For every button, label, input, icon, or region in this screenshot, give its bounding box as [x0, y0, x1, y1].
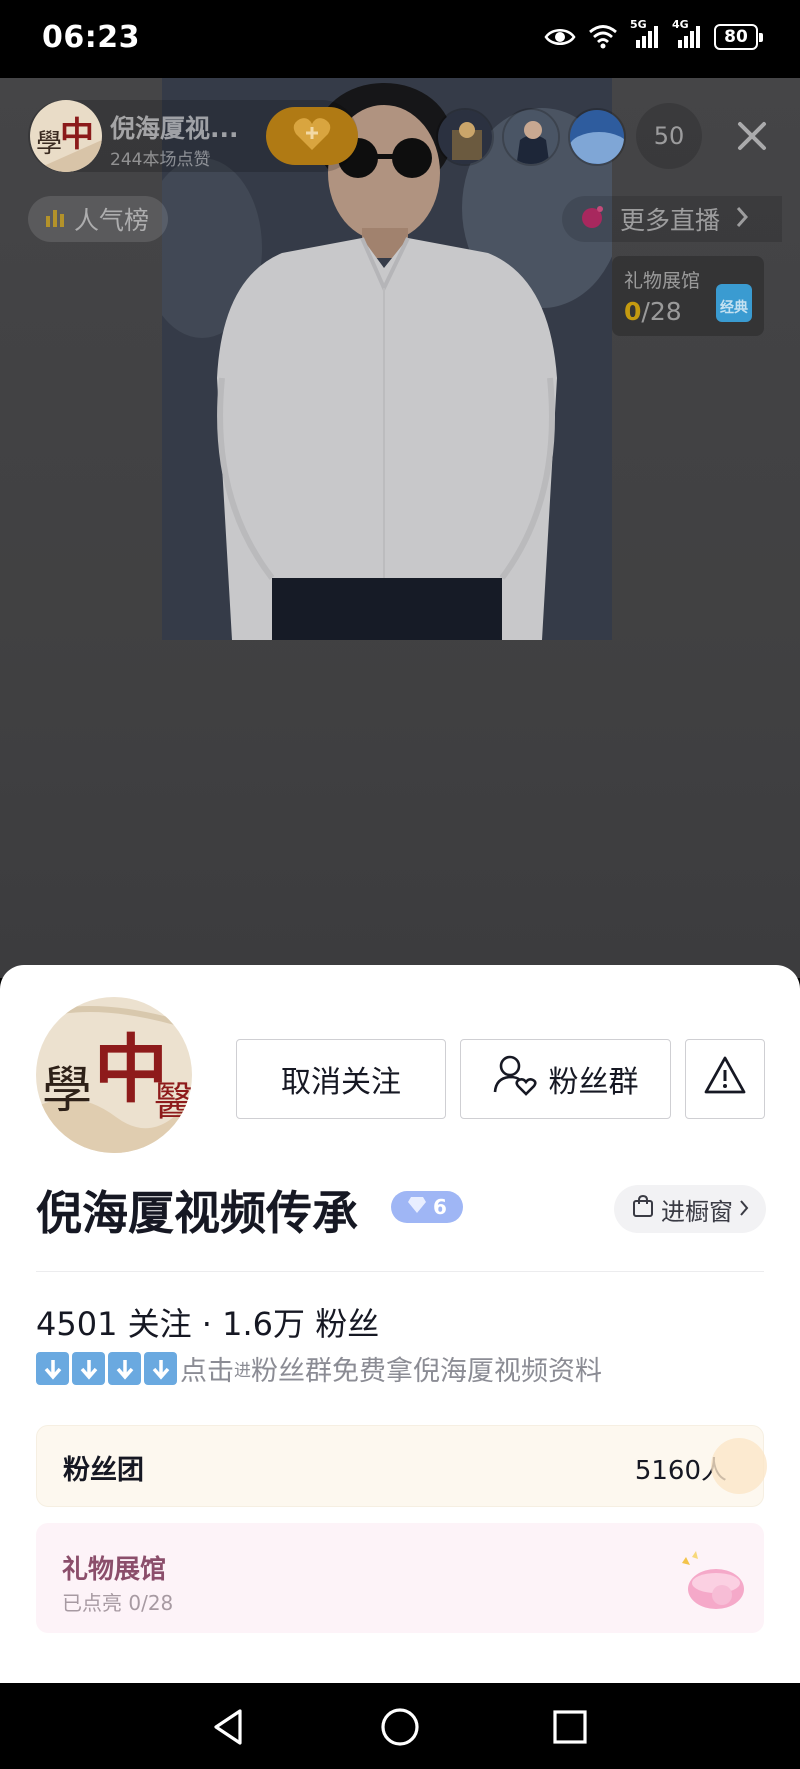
svg-text:學: 學 [42, 1061, 92, 1119]
anchor-likes: 244本场点赞 [110, 150, 211, 170]
status-time: 06:23 [42, 20, 140, 55]
follow-stats[interactable]: 4501 关注 · 1.6万 粉丝 [36, 1299, 379, 1345]
follow-heart-button[interactable] [266, 107, 358, 165]
gift-hall-mini-lit: 0 [624, 297, 642, 326]
gift-hall-mini-total: /28 [641, 297, 682, 326]
gift-hall-mini-card[interactable]: 礼物展馆 0/28 经典 [612, 256, 764, 336]
level-badge: 6 [391, 1191, 463, 1223]
divider [36, 1271, 764, 1272]
fans-group-icon [493, 1054, 537, 1104]
fans-group-button[interactable]: 粉丝群 [460, 1039, 671, 1119]
battery-icon: 80 [714, 24, 763, 50]
battery-level: 80 [724, 27, 748, 47]
chevron-right-icon [734, 205, 750, 233]
bio-arrows [36, 1352, 177, 1385]
wifi-icon [588, 24, 618, 50]
status-bar: 06:23 5G 4G 80 [0, 0, 800, 78]
svg-text:中: 中 [60, 115, 94, 155]
bio-small: 进 [234, 1361, 251, 1381]
back-nav-icon[interactable] [208, 1705, 252, 1749]
live-ball-icon [580, 204, 606, 234]
more-live-label: 更多直播 [620, 206, 721, 235]
down-arrow-icon [72, 1352, 105, 1385]
gift-hall-title: 礼物展馆 [62, 1555, 167, 1585]
gift-hall-card[interactable]: 礼物展馆 已点亮 0/28 [36, 1523, 764, 1633]
signal-icon: 4G [672, 18, 702, 50]
rank-label: 人气榜 [74, 206, 150, 235]
more-live-button[interactable]: 更多直播 [562, 196, 782, 242]
heart-plus-icon [292, 116, 332, 156]
chevron-right-icon [739, 1195, 749, 1223]
bio-prefix: 点击 [180, 1356, 234, 1387]
bio: 点击 进 粉丝群免费拿倪海厦视频资料 [36, 1349, 602, 1388]
fan-club-card[interactable]: 粉丝团 5160人 [36, 1425, 767, 1507]
recents-nav-icon[interactable] [548, 1705, 592, 1749]
home-nav-icon[interactable] [378, 1705, 422, 1749]
fans-group-label: 粉丝群 [548, 1065, 639, 1100]
classic-badge: 经典 [716, 284, 752, 322]
warning-icon [703, 1055, 747, 1103]
status-icons: 5G 4G 80 [544, 18, 763, 50]
shopping-bag-icon [631, 1194, 655, 1224]
gift-hall-subtitle: 已点亮 0/28 [62, 1591, 174, 1615]
close-icon[interactable] [728, 112, 776, 160]
profile-name: 倪海厦视频传承 [36, 1186, 358, 1240]
popularity-rank-button[interactable]: 人气榜 [28, 196, 168, 242]
network-5g-label: 5G [630, 18, 647, 31]
down-arrow-icon [108, 1352, 141, 1385]
shop-window-button[interactable]: 进橱窗 [614, 1185, 766, 1233]
down-arrow-icon [144, 1352, 177, 1385]
diamond-icon [407, 1195, 427, 1219]
network-4g-label: 4G [672, 18, 689, 31]
anchor-name[interactable]: 倪海厦视... [110, 109, 239, 145]
level-value: 6 [433, 1195, 447, 1219]
unfollow-button[interactable]: 取消关注 [236, 1039, 446, 1119]
fan-club-emblem-icon [711, 1438, 767, 1494]
bio-text: 粉丝群免费拿倪海厦视频资料 [251, 1356, 602, 1387]
viewer-avatar[interactable] [436, 108, 494, 166]
svg-text:學: 學 [36, 129, 62, 159]
svg-text:醫: 醫 [154, 1079, 192, 1125]
viewer-count[interactable]: 50 [636, 103, 702, 169]
viewer-avatar[interactable] [568, 108, 626, 166]
eye-icon [544, 26, 576, 48]
unfollow-label: 取消关注 [281, 1065, 401, 1100]
viewer-avatar[interactable] [502, 108, 560, 166]
profile-avatar[interactable]: 學 中 醫 [36, 997, 192, 1153]
anchor-avatar[interactable]: 學 中 [30, 100, 102, 172]
fan-club-title: 粉丝团 [63, 1455, 144, 1486]
down-arrow-icon [36, 1352, 69, 1385]
signal-icon: 5G [630, 18, 660, 50]
shop-label: 进橱窗 [661, 1197, 733, 1226]
gift-bowl-icon [678, 1549, 750, 1613]
report-button[interactable] [685, 1039, 765, 1119]
profile-sheet: 學 中 醫 取消关注 粉丝群 倪海厦视频传承 6 进橱窗 4501 关注 · 1… [0, 965, 800, 1683]
system-navigation-bar [0, 1683, 800, 1769]
bar-chart-icon [44, 206, 66, 232]
